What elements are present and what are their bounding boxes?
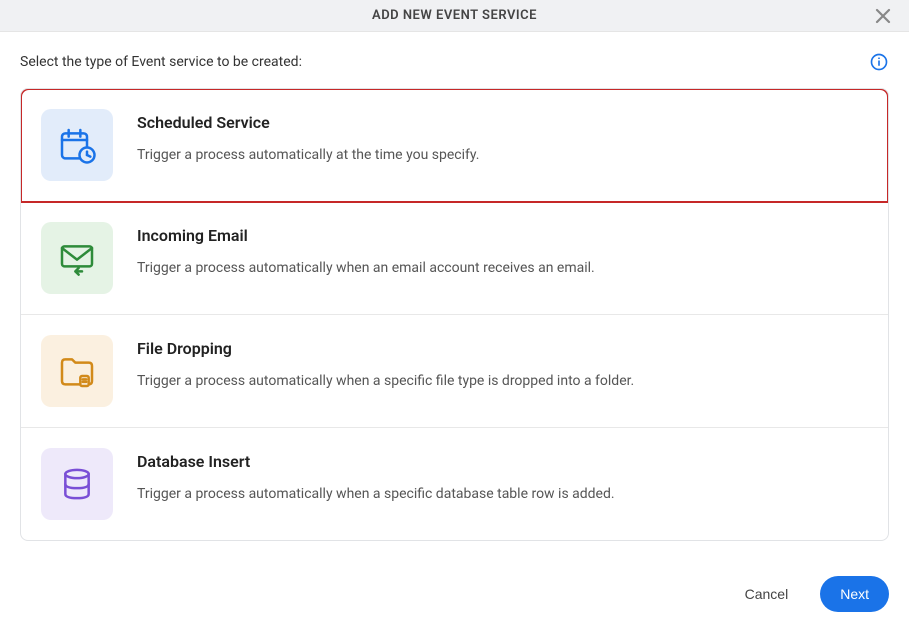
option-body: Database Insert Trigger a process automa… bbox=[137, 448, 615, 505]
option-list: Scheduled Service Trigger a process auto… bbox=[20, 88, 889, 541]
option-title: Database Insert bbox=[137, 452, 615, 471]
option-body: File Dropping Trigger a process automati… bbox=[137, 335, 634, 392]
database-icon bbox=[41, 448, 113, 520]
option-incoming-email[interactable]: Incoming Email Trigger a process automat… bbox=[21, 202, 888, 315]
option-body: Incoming Email Trigger a process automat… bbox=[137, 222, 595, 279]
option-desc: Trigger a process automatically when a s… bbox=[137, 485, 615, 505]
option-file-dropping[interactable]: File Dropping Trigger a process automati… bbox=[21, 315, 888, 428]
prompt-text: Select the type of Event service to be c… bbox=[20, 54, 302, 70]
folder-file-icon bbox=[41, 335, 113, 407]
option-title: Incoming Email bbox=[137, 226, 595, 245]
option-desc: Trigger a process automatically when an … bbox=[137, 259, 595, 279]
next-button[interactable]: Next bbox=[820, 576, 889, 612]
option-desc: Trigger a process automatically when a s… bbox=[137, 372, 634, 392]
dialog-title: ADD NEW EVENT SERVICE bbox=[372, 8, 537, 23]
dialog-footer: Cancel Next bbox=[0, 564, 909, 632]
dialog-header: ADD NEW EVENT SERVICE bbox=[0, 0, 909, 32]
email-incoming-icon bbox=[41, 222, 113, 294]
option-title: Scheduled Service bbox=[137, 113, 479, 132]
close-icon[interactable] bbox=[873, 6, 893, 26]
info-icon[interactable] bbox=[869, 52, 889, 72]
option-title: File Dropping bbox=[137, 339, 634, 358]
option-scheduled-service[interactable]: Scheduled Service Trigger a process auto… bbox=[21, 89, 888, 202]
dialog-content: Select the type of Event service to be c… bbox=[0, 32, 909, 541]
calendar-clock-icon bbox=[41, 109, 113, 181]
option-body: Scheduled Service Trigger a process auto… bbox=[137, 109, 479, 166]
option-desc: Trigger a process automatically at the t… bbox=[137, 146, 479, 166]
cancel-button[interactable]: Cancel bbox=[733, 578, 801, 610]
option-database-insert[interactable]: Database Insert Trigger a process automa… bbox=[21, 428, 888, 540]
prompt-row: Select the type of Event service to be c… bbox=[20, 52, 889, 72]
